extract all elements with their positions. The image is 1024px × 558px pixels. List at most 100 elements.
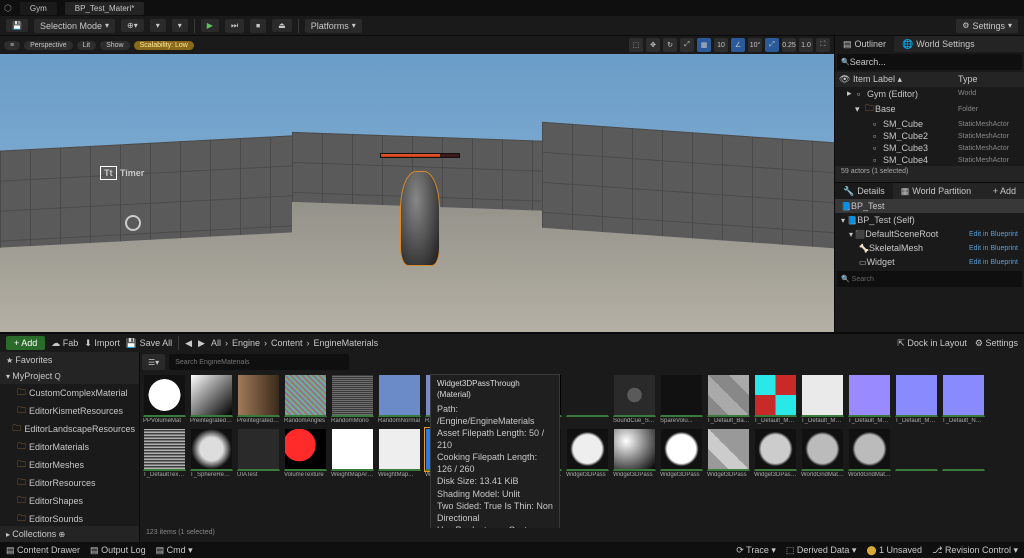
play-button[interactable]: ▶ xyxy=(201,19,219,32)
cb-add-button[interactable]: + Add xyxy=(6,336,45,350)
viewport-options-button[interactable]: ≡ xyxy=(4,41,20,50)
asset-tile[interactable]: Widget3DPass... xyxy=(753,428,798,478)
asset-tile[interactable]: Widget3DPass xyxy=(659,428,704,478)
snap-scale-toggle[interactable]: ⤢ xyxy=(765,38,779,52)
asset-tile[interactable]: T_Default_BaseColor xyxy=(706,374,751,424)
asset-tile[interactable]: T_Default_Normal xyxy=(941,374,986,424)
details-skeletal-mesh[interactable]: 🦴 SkeletalMeshEdit in Blueprint xyxy=(835,241,1024,255)
outliner-row[interactable]: ▫SM_Cube3StaticMeshActor xyxy=(835,142,1024,154)
asset-tile[interactable]: WorldGridMate... xyxy=(847,428,892,478)
selection-mode-dropdown[interactable]: Selection Mode ▾ xyxy=(34,19,115,33)
asset-tile[interactable]: T_DefaultTexture_P xyxy=(142,428,187,478)
cb-folder-item[interactable]: 🗀 EditorMeshes xyxy=(0,456,139,474)
add-actor-button[interactable]: ⊕▾ xyxy=(121,19,144,32)
cb-settings-button[interactable]: ⚙ Settings xyxy=(975,338,1018,349)
asset-tile[interactable]: RandomAngles xyxy=(283,374,328,424)
asset-grid[interactable]: Widget3DPassThrough (Material) Path: /En… xyxy=(140,372,1024,528)
details-root[interactable]: ▾ ⬛ DefaultSceneRootEdit in Blueprint xyxy=(835,227,1024,241)
asset-tile[interactable]: Widget3DPass xyxy=(612,428,657,478)
cb-import-button[interactable]: ⬇ Import xyxy=(84,338,120,349)
asset-tile[interactable]: PreintegratedSk... xyxy=(189,374,234,424)
unsaved-button[interactable]: ⬤ 1 Unsaved xyxy=(866,545,922,556)
world-settings-tab[interactable]: 🌐 World Settings xyxy=(894,36,983,52)
asset-tile[interactable]: T_Default_Materi... xyxy=(800,374,845,424)
skip-button[interactable]: ⏭ xyxy=(225,19,244,33)
blueprints-button[interactable]: ▾ xyxy=(150,19,166,32)
cb-folder-item[interactable]: 🗀 EditorLandscapeResources xyxy=(0,420,139,438)
eject-button[interactable]: ⏏ xyxy=(272,19,292,32)
asset-tile[interactable]: WeightMap... xyxy=(377,428,422,478)
asset-tile[interactable]: Widget3DPass xyxy=(706,428,751,478)
outliner-row[interactable]: ▾🗀BaseFolder xyxy=(835,100,1024,118)
asset-tile[interactable]: RandomMono xyxy=(330,374,375,424)
asset-tile[interactable]: Widget3DPass xyxy=(565,428,610,478)
level-tab[interactable]: Gym xyxy=(20,2,57,15)
cb-folder-item[interactable]: 🗀 EditorSounds xyxy=(0,510,139,526)
asset-tile[interactable]: PPVolumeMat xyxy=(142,374,187,424)
character-mannequin[interactable] xyxy=(400,171,440,266)
content-drawer-button[interactable]: ▤ Content Drawer xyxy=(6,545,80,556)
details-tab[interactable]: 🔧 Details xyxy=(835,183,893,199)
platforms-dropdown[interactable]: Platforms ▾ xyxy=(305,19,362,33)
cam-value[interactable]: 1.0 xyxy=(799,38,813,52)
viewport-3d[interactable]: Tt Timer xyxy=(0,54,834,332)
save-button[interactable]: 💾 xyxy=(6,19,28,32)
cb-folder-item[interactable]: 🗀 EditorResources xyxy=(0,474,139,492)
details-widget[interactable]: ▭ WidgetEdit in Blueprint xyxy=(835,255,1024,269)
derived-data-button[interactable]: ⬚ Derived Data ▾ xyxy=(786,545,857,556)
lit-dropdown[interactable]: Lit xyxy=(77,41,96,50)
asset-tile[interactable]: SoundCue_Spea... xyxy=(612,374,657,424)
breadcrumb-item[interactable]: EngineMaterials xyxy=(314,338,379,348)
outliner-row[interactable]: ▫SM_CubeStaticMeshActor xyxy=(835,118,1024,130)
details-actor-name[interactable]: 📘 BP_Test xyxy=(835,199,1024,213)
asset-tile[interactable]: VolumeTexture xyxy=(283,428,328,478)
settings-dropdown[interactable]: ⚙ Settings ▾ xyxy=(956,19,1018,33)
asset-tile[interactable]: WorldGridMaterial xyxy=(800,428,845,478)
asset-tile[interactable]: T_Default_Materi... xyxy=(894,374,939,424)
cb-dock-button[interactable]: ⇱ Dock in Layout xyxy=(897,338,967,349)
cb-nav-back[interactable]: ◀ xyxy=(185,338,192,349)
asset-tile[interactable]: T_SphereRender... xyxy=(189,428,234,478)
cb-search-input[interactable] xyxy=(169,354,349,370)
snap-angle-toggle[interactable]: ∠ xyxy=(731,38,745,52)
outliner-row[interactable]: ▫SM_Cube4StaticMeshActor xyxy=(835,154,1024,166)
cb-filter-button[interactable]: ☰▾ xyxy=(142,354,165,370)
asset-tile[interactable]: WeightMapArray xyxy=(330,428,375,478)
snap-grid-toggle[interactable]: ▦ xyxy=(697,38,711,52)
asset-tile[interactable]: SpareVolu... xyxy=(659,374,704,424)
breadcrumb-item[interactable]: All xyxy=(211,338,221,348)
asset-tile[interactable]: UIATest xyxy=(236,428,281,478)
asset-tile[interactable] xyxy=(565,374,610,424)
asset-tile[interactable] xyxy=(941,428,986,478)
world-partition-tab[interactable]: ▦ World Partition xyxy=(893,183,979,199)
asset-tile[interactable] xyxy=(894,428,939,478)
transform-scale-icon[interactable]: ⤢ xyxy=(680,38,694,52)
asset-tile[interactable]: T_Default_Mat... xyxy=(753,374,798,424)
cb-collections-section[interactable]: ▸ Collections ⊕ xyxy=(0,526,139,542)
cb-folder-item[interactable]: 🗀 CustomComplexMaterial xyxy=(0,384,139,402)
outliner-tree[interactable]: ▸▫Gym (Editor)World▾🗀BaseFolder▫SM_CubeS… xyxy=(835,87,1024,166)
cinematics-button[interactable]: ▾ xyxy=(172,19,188,32)
snap-grid-value[interactable]: 10 xyxy=(714,38,728,52)
cb-myproject-section[interactable]: ▾ MyProject Q xyxy=(0,368,139,384)
cb-folder-item[interactable]: 🗀 EditorKismetResources xyxy=(0,402,139,420)
transform-move-icon[interactable]: ✥ xyxy=(646,38,660,52)
transform-rotate-icon[interactable]: ↻ xyxy=(663,38,677,52)
trace-button[interactable]: ⟳ Trace ▾ xyxy=(736,545,776,556)
revision-control-button[interactable]: ⎇ Revision Control ▾ xyxy=(932,545,1018,556)
cmd-input[interactable]: ▤ Cmd ▾ xyxy=(156,545,193,556)
details-self[interactable]: ▾ 📘 BP_Test (Self) xyxy=(835,213,1024,227)
outliner-tab[interactable]: ▤ Outliner xyxy=(835,36,894,52)
cam-speed-value[interactable]: 0.25 xyxy=(782,38,796,52)
add-component-button[interactable]: + Add xyxy=(985,183,1024,199)
cb-nav-fwd[interactable]: ▶ xyxy=(198,338,205,349)
cb-favorites-section[interactable]: ★ Favorites xyxy=(0,352,139,368)
cb-save-all-button[interactable]: 💾 Save All xyxy=(126,338,172,349)
outliner-row[interactable]: ▫SM_Cube2StaticMeshActor xyxy=(835,130,1024,142)
output-log-button[interactable]: ▤ Output Log xyxy=(90,545,146,556)
asset-tile[interactable]: T_Default_Materi... xyxy=(847,374,892,424)
asset-tab[interactable]: BP_Test_Materi* xyxy=(65,2,145,15)
cb-folder-tree[interactable]: 🗀 CustomComplexMaterial🗀 EditorKismetRes… xyxy=(0,384,139,526)
scalability-badge[interactable]: Scalability: Low xyxy=(134,41,194,50)
breadcrumb-item[interactable]: Content xyxy=(271,338,303,348)
